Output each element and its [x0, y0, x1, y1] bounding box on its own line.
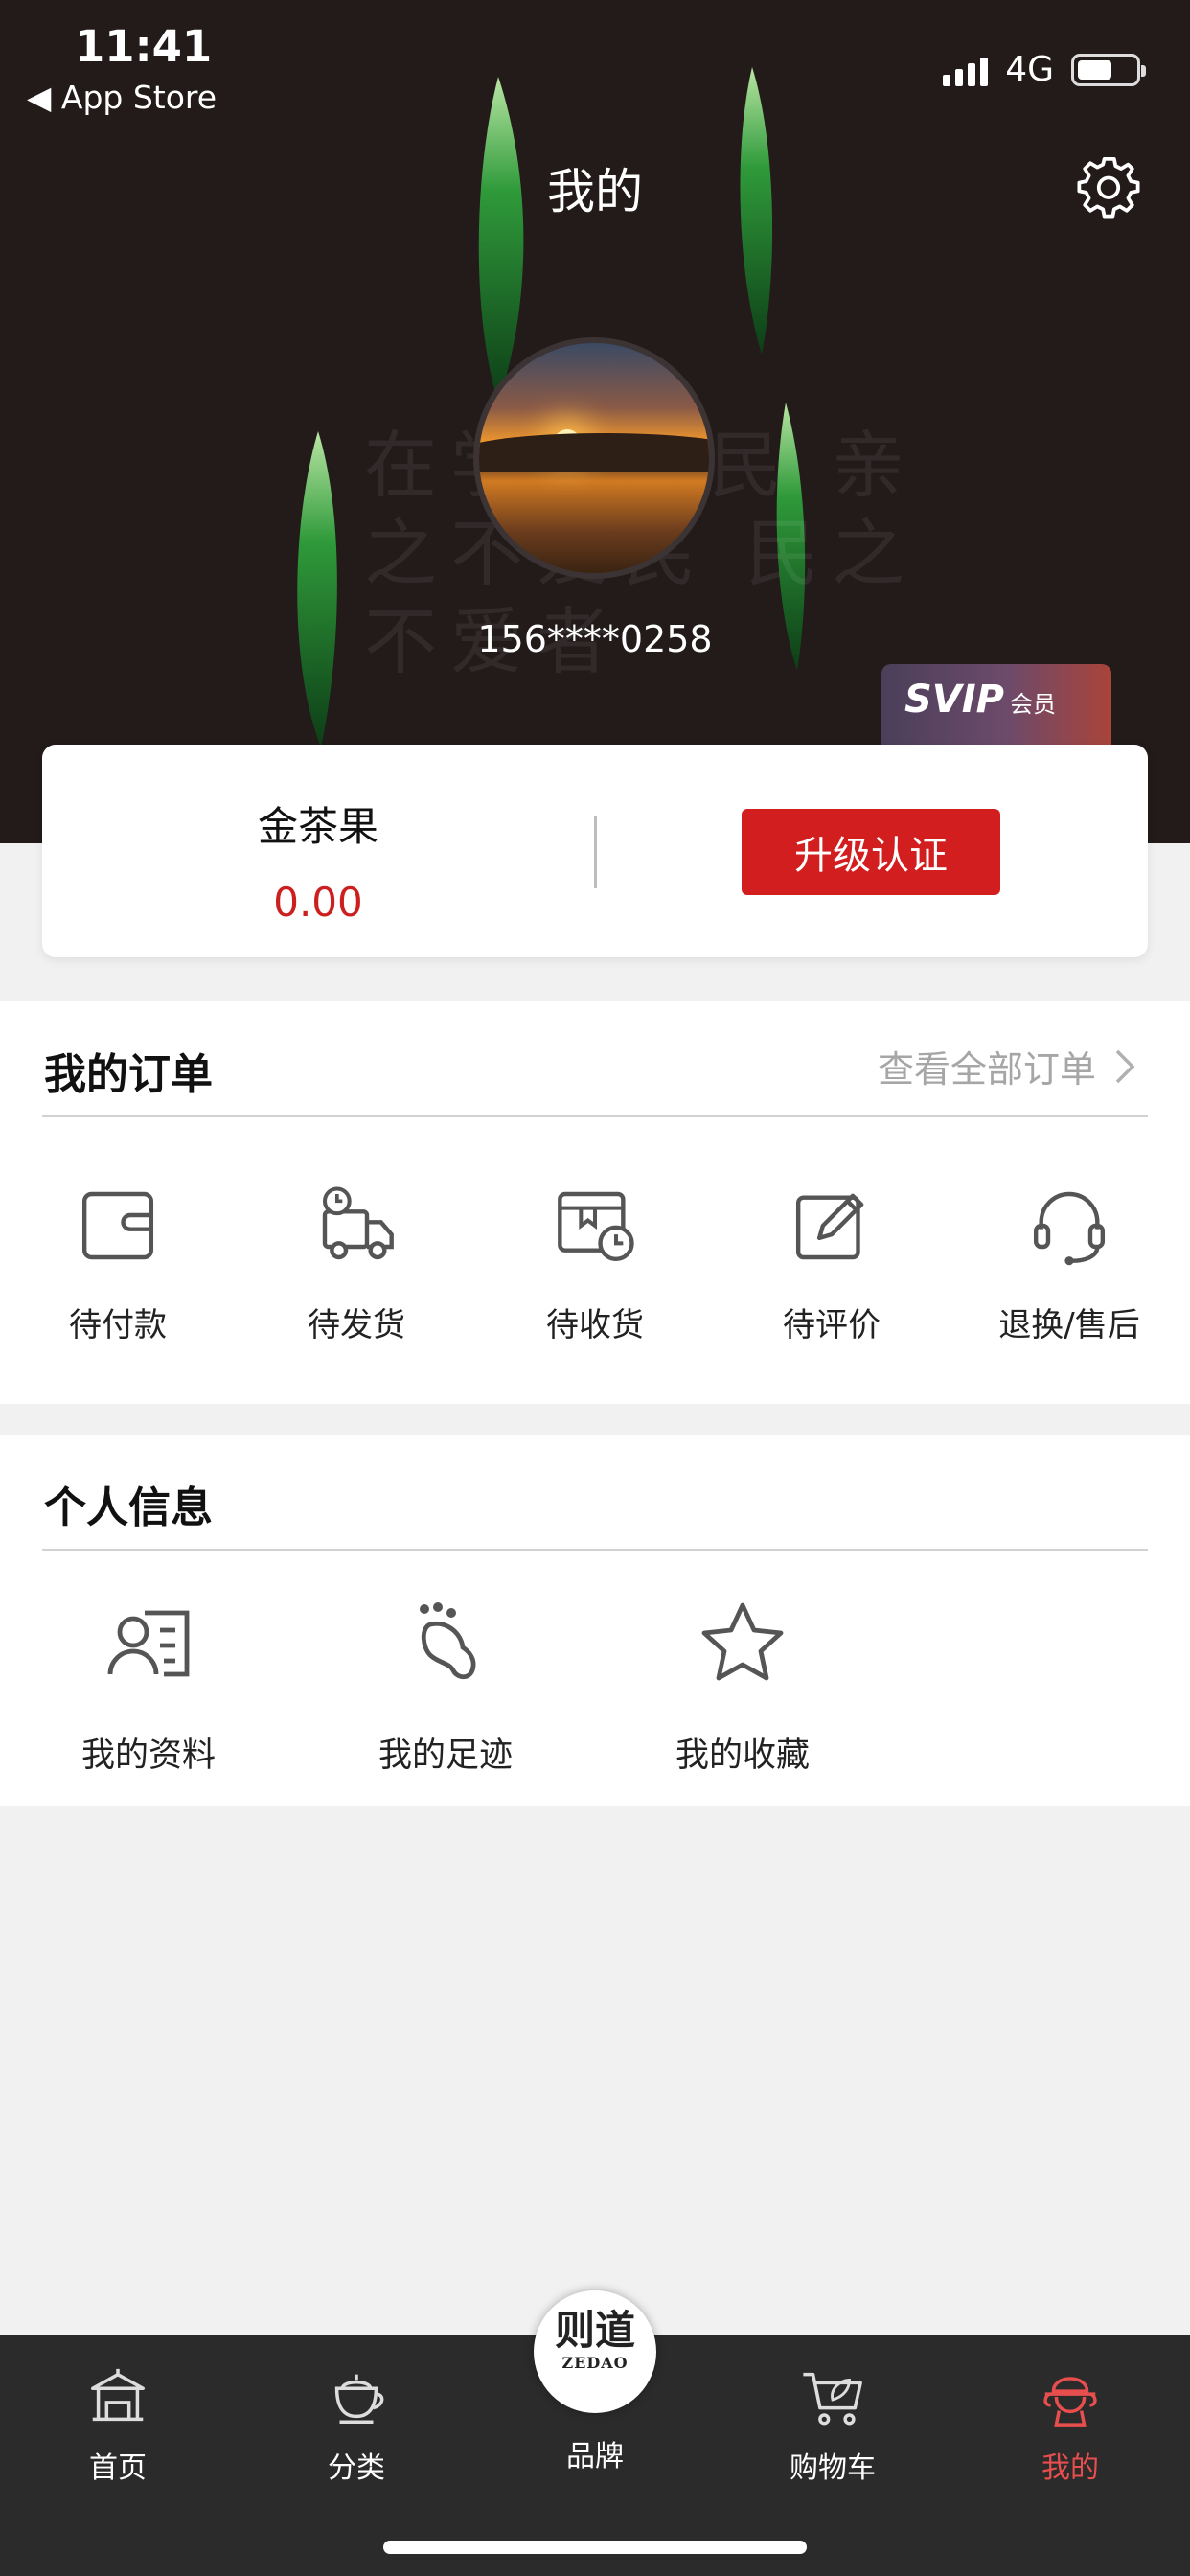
- delivery-truck-icon: [322, 1186, 394, 1260]
- tab-brand-label[interactable]: 品牌: [0, 2432, 1190, 2474]
- order-label: 待收货: [546, 1306, 644, 1345]
- personal-info-section: 个人信息 我的资料 我的足迹 我的收藏: [0, 1435, 1190, 1806]
- chevron-right-icon: [1115, 1049, 1135, 1083]
- profile-icon: [1043, 2377, 1097, 2426]
- order-pending-receipt[interactable]: 待收货: [499, 1184, 691, 1346]
- wallet-icon: [81, 1191, 154, 1260]
- view-all-orders-link[interactable]: 查看全部订单: [878, 1040, 1136, 1092]
- cart-icon: [803, 2372, 862, 2426]
- gold-tea-fruit-value: 0.00: [273, 879, 363, 926]
- avatar-hill: [479, 433, 709, 472]
- svip-badge[interactable]: SVIP 会员: [881, 664, 1111, 750]
- wallet-card: 金茶果 0.00 升级认证: [42, 745, 1148, 957]
- my-footprint-item[interactable]: 我的足迹: [331, 1598, 561, 1777]
- my-favorites-item[interactable]: 我的收藏: [628, 1598, 858, 1777]
- package-clock-icon: [558, 1191, 634, 1262]
- profile-item-label: 我的足迹: [378, 1736, 513, 1775]
- gold-tea-fruit-title: 金茶果: [257, 803, 378, 850]
- order-label: 退换/售后: [998, 1306, 1140, 1345]
- user-phone: 156****0258: [477, 618, 713, 660]
- order-label: 待付款: [69, 1306, 167, 1345]
- footprint-icon: [420, 1602, 476, 1680]
- order-label: 待评价: [783, 1306, 881, 1345]
- teapot-icon: [334, 2374, 384, 2424]
- order-pending-review[interactable]: 待评价: [736, 1184, 927, 1346]
- network-type: 4G: [1005, 50, 1054, 89]
- battery-icon: [1071, 53, 1146, 86]
- brand-logo-cn: 则道: [554, 2307, 635, 2354]
- profile-card-icon: [107, 1610, 190, 1677]
- back-to-app-store[interactable]: ◀ App Store: [27, 79, 217, 116]
- headset-icon: [1033, 1191, 1106, 1266]
- star-icon: [701, 1602, 784, 1681]
- edit-icon: [795, 1193, 864, 1260]
- profile-item-label: 我的资料: [80, 1736, 216, 1775]
- avatar[interactable]: [473, 337, 715, 579]
- my-orders-section: 我的订单 查看全部订单 待付款 待发货 待收货 待评价 退换/售后: [0, 1001, 1190, 1404]
- page-title: 我的: [547, 164, 643, 219]
- orders-title: 我的订单: [44, 1050, 213, 1099]
- home-indicator[interactable]: [383, 2541, 807, 2554]
- divider: [594, 816, 597, 888]
- profile-item-label: 我的收藏: [675, 1736, 810, 1775]
- section-divider: [42, 1549, 1148, 1551]
- status-indicators: 4G: [943, 50, 1146, 89]
- upgrade-certification-button[interactable]: 升级认证: [742, 809, 1000, 895]
- my-profile-item[interactable]: 我的资料: [34, 1598, 263, 1777]
- order-label: 待发货: [308, 1306, 405, 1345]
- svip-label: 会员: [1009, 691, 1056, 718]
- order-returns[interactable]: 退换/售后: [973, 1184, 1165, 1346]
- view-all-orders-label: 查看全部订单: [877, 1048, 1096, 1091]
- brand-logo-button[interactable]: 则道 ZEDAO: [534, 2290, 656, 2413]
- section-divider: [42, 1116, 1148, 1117]
- signal-icon: [943, 54, 989, 86]
- order-pending-payment[interactable]: 待付款: [22, 1184, 214, 1346]
- order-pending-shipment[interactable]: 待发货: [261, 1184, 452, 1346]
- settings-gear-icon[interactable]: [1075, 153, 1142, 220]
- status-time: 11:41: [75, 21, 213, 72]
- personal-info-title: 个人信息: [44, 1484, 213, 1532]
- brand-logo-en: ZEDAO: [561, 2354, 629, 2372]
- svip-text: SVIP: [904, 678, 1004, 722]
- home-pavilion-icon: [91, 2368, 145, 2422]
- profile-header: 在学历者民 亲之不爱民 民之不爱者 11:41 ◀ App Store 4G 我…: [0, 0, 1190, 843]
